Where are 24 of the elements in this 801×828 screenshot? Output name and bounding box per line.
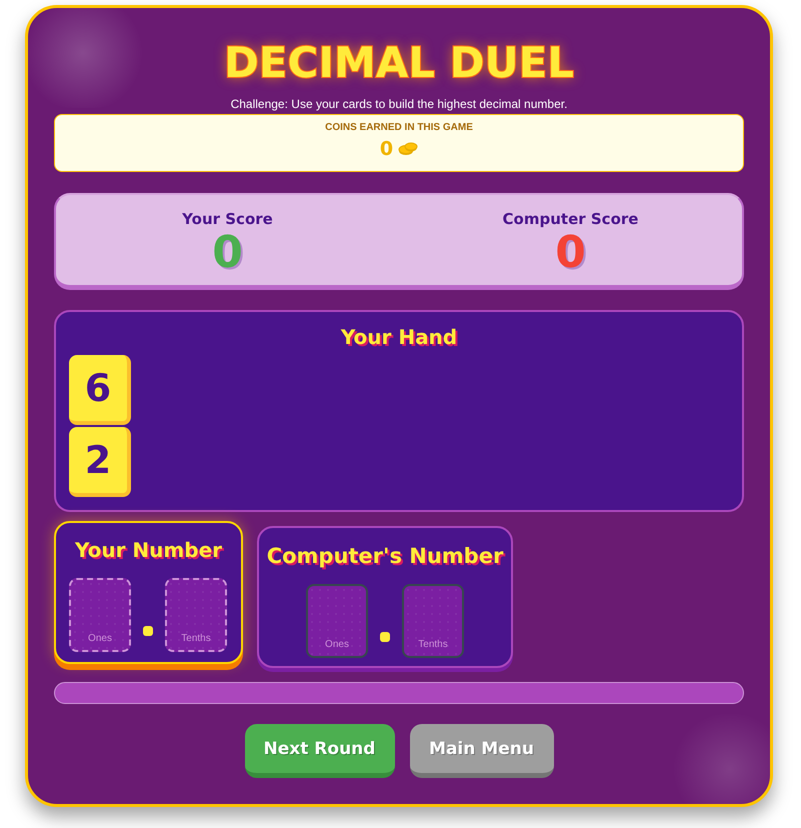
hand-card[interactable]: 6 (69, 355, 131, 425)
number-title: Your Number (74, 537, 222, 564)
hand-card[interactable]: 2 (69, 427, 131, 497)
decimal-point-icon (380, 632, 390, 642)
coins-label: COINS EARNED IN THIS GAME (325, 121, 473, 135)
score-value: 0 (555, 229, 586, 277)
game-title: DECIMAL DUEL (224, 38, 574, 88)
score-value: 0 (212, 229, 243, 277)
score-label: Computer Score (502, 209, 638, 229)
challenge-text: Challenge: Use your cards to build the highest decimal number. (230, 96, 568, 112)
card-slot[interactable]: Ones (69, 578, 131, 652)
number-title: Computer's Number (266, 543, 504, 570)
slot-label: Tenths (181, 633, 211, 645)
hand-title: Your Hand (340, 324, 458, 351)
decimal-point-icon (143, 626, 153, 636)
main-menu-button[interactable]: Main Menu (410, 724, 554, 778)
coins-icon (398, 142, 418, 156)
coins-value: 0 (380, 137, 394, 161)
next-round-button[interactable]: Next Round (244, 724, 394, 778)
slot-label: Ones (325, 639, 349, 651)
card-slot[interactable]: Tenths (165, 578, 227, 652)
slot-label: Tenths (418, 639, 448, 651)
slot-label: Ones (88, 633, 112, 645)
score-label: Your Score (182, 209, 273, 229)
